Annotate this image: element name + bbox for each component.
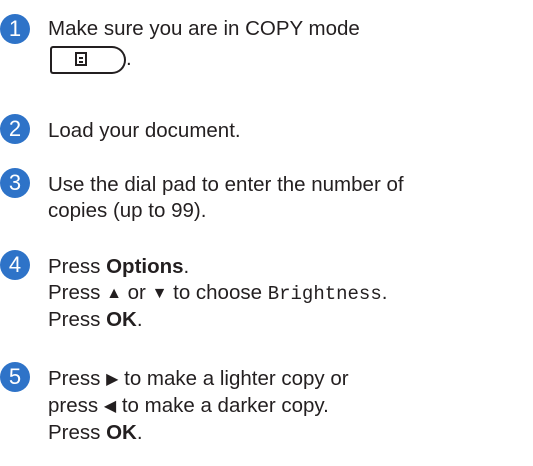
step-line: Press Options. <box>48 254 523 280</box>
step-text: Press ▶ to make a lighter copy or press … <box>48 366 523 446</box>
left-arrow-icon: ◀ <box>103 398 117 415</box>
step-line: Make sure you are in COPY mode <box>48 17 360 40</box>
text: Press <box>48 367 107 390</box>
down-arrow-icon: ▼ <box>151 285 168 302</box>
text: Press <box>48 255 107 278</box>
copy-document-icon <box>75 52 87 66</box>
step-line: Press OK. <box>48 420 523 446</box>
text: or <box>121 281 152 304</box>
step-text: Press Options. Press ▲ or ▼ to choose Br… <box>48 254 523 333</box>
step-line: Press OK. <box>48 307 523 333</box>
step-line: copies (up to 99). <box>48 199 207 222</box>
text: . <box>183 255 190 278</box>
step-line: Load your document. <box>48 119 241 142</box>
text: . <box>136 421 143 444</box>
step-number-badge: 2 <box>0 114 30 144</box>
step-number-badge: 3 <box>0 168 30 198</box>
text: Press <box>48 281 107 304</box>
text: . <box>136 308 143 331</box>
step-text: Load your document. <box>48 118 523 144</box>
text: to make a lighter copy or <box>118 367 349 390</box>
text: . <box>381 281 388 304</box>
step-line: Use the dial pad to enter the number of <box>48 173 404 196</box>
step-number-badge: 1 <box>0 14 30 44</box>
right-arrow-icon: ▶ <box>106 371 119 388</box>
ok-key-label: OK <box>106 308 137 331</box>
text: to make a darker copy. <box>116 394 329 417</box>
step-text: Make sure you are in COPY mode . <box>48 16 523 74</box>
ok-key-label: OK <box>106 421 137 444</box>
step-number-badge: 4 <box>0 250 30 280</box>
step-line: press ◀ to make a darker copy. <box>48 393 523 420</box>
step-line: Press ▶ to make a lighter copy or <box>48 366 523 393</box>
step-line: Press ▲ or ▼ to choose Brightness. <box>48 280 523 307</box>
step-number-badge: 5 <box>0 362 30 392</box>
text: Press <box>48 421 107 444</box>
options-key-label: Options <box>106 255 184 278</box>
up-arrow-icon: ▲ <box>106 285 122 302</box>
lcd-menu-text: Brightness <box>267 283 382 305</box>
step-text: Use the dial pad to enter the number of … <box>48 172 523 224</box>
period: . <box>126 47 132 71</box>
text: Press <box>48 308 107 331</box>
step-line: . <box>48 46 523 74</box>
text: to choose <box>167 281 268 304</box>
text: press <box>48 394 104 417</box>
copy-mode-key-icon <box>50 46 126 74</box>
